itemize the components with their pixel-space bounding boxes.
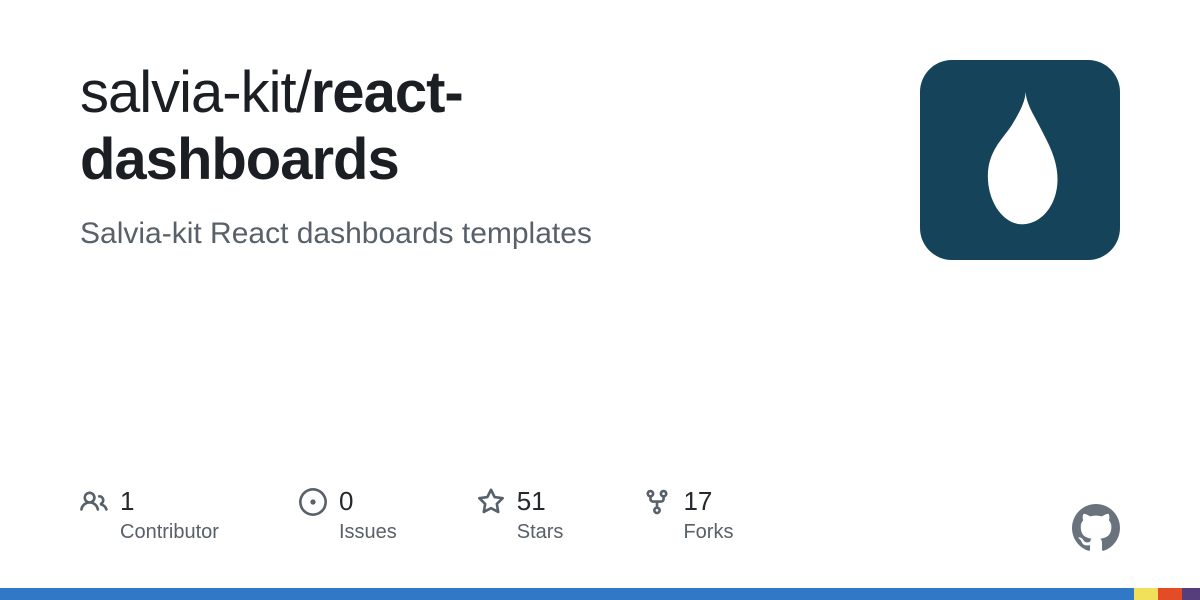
star-icon [477, 488, 505, 516]
repo-slash: / [296, 60, 311, 125]
language-color-bar [0, 588, 1200, 600]
stat-issues: 0 Issues [299, 486, 397, 544]
stat-contributors: 1 Contributor [80, 486, 219, 544]
lang-javascript [1134, 588, 1158, 600]
people-icon [80, 488, 108, 516]
contributors-label: Contributor [120, 521, 219, 544]
project-logo [920, 60, 1120, 260]
issue-icon [299, 488, 327, 516]
issues-label: Issues [339, 521, 397, 544]
stat-forks: 17 Forks [643, 486, 733, 544]
repo-name-part1: react [311, 60, 445, 125]
fork-icon [643, 488, 671, 516]
repo-description: Salvia-kit React dashboards templates [80, 217, 640, 251]
repo-owner: salvia-kit [80, 60, 296, 125]
lang-css [1182, 588, 1200, 600]
stat-stars: 51 Stars [477, 486, 564, 544]
title-section: salvia-kit/react-dashboards Salvia-kit R… [80, 60, 640, 251]
forks-label: Forks [683, 521, 733, 544]
repo-title: salvia-kit/react-dashboards [80, 60, 640, 193]
github-icon [1072, 504, 1120, 552]
forks-value: 17 [683, 486, 712, 517]
stats-row: 1 Contributor 0 Issues 51 Stars [80, 486, 733, 544]
issues-value: 0 [339, 486, 353, 517]
repo-hyphen: - [444, 60, 462, 125]
repo-name-part2: dashboards [80, 127, 399, 192]
lang-html [1158, 588, 1182, 600]
header-row: salvia-kit/react-dashboards Salvia-kit R… [80, 60, 1120, 260]
social-card: salvia-kit/react-dashboards Salvia-kit R… [0, 0, 1200, 600]
contributors-value: 1 [120, 486, 134, 517]
lang-typescript [0, 588, 1134, 600]
flame-icon [965, 85, 1075, 235]
stars-value: 51 [517, 486, 546, 517]
stars-label: Stars [517, 521, 564, 544]
